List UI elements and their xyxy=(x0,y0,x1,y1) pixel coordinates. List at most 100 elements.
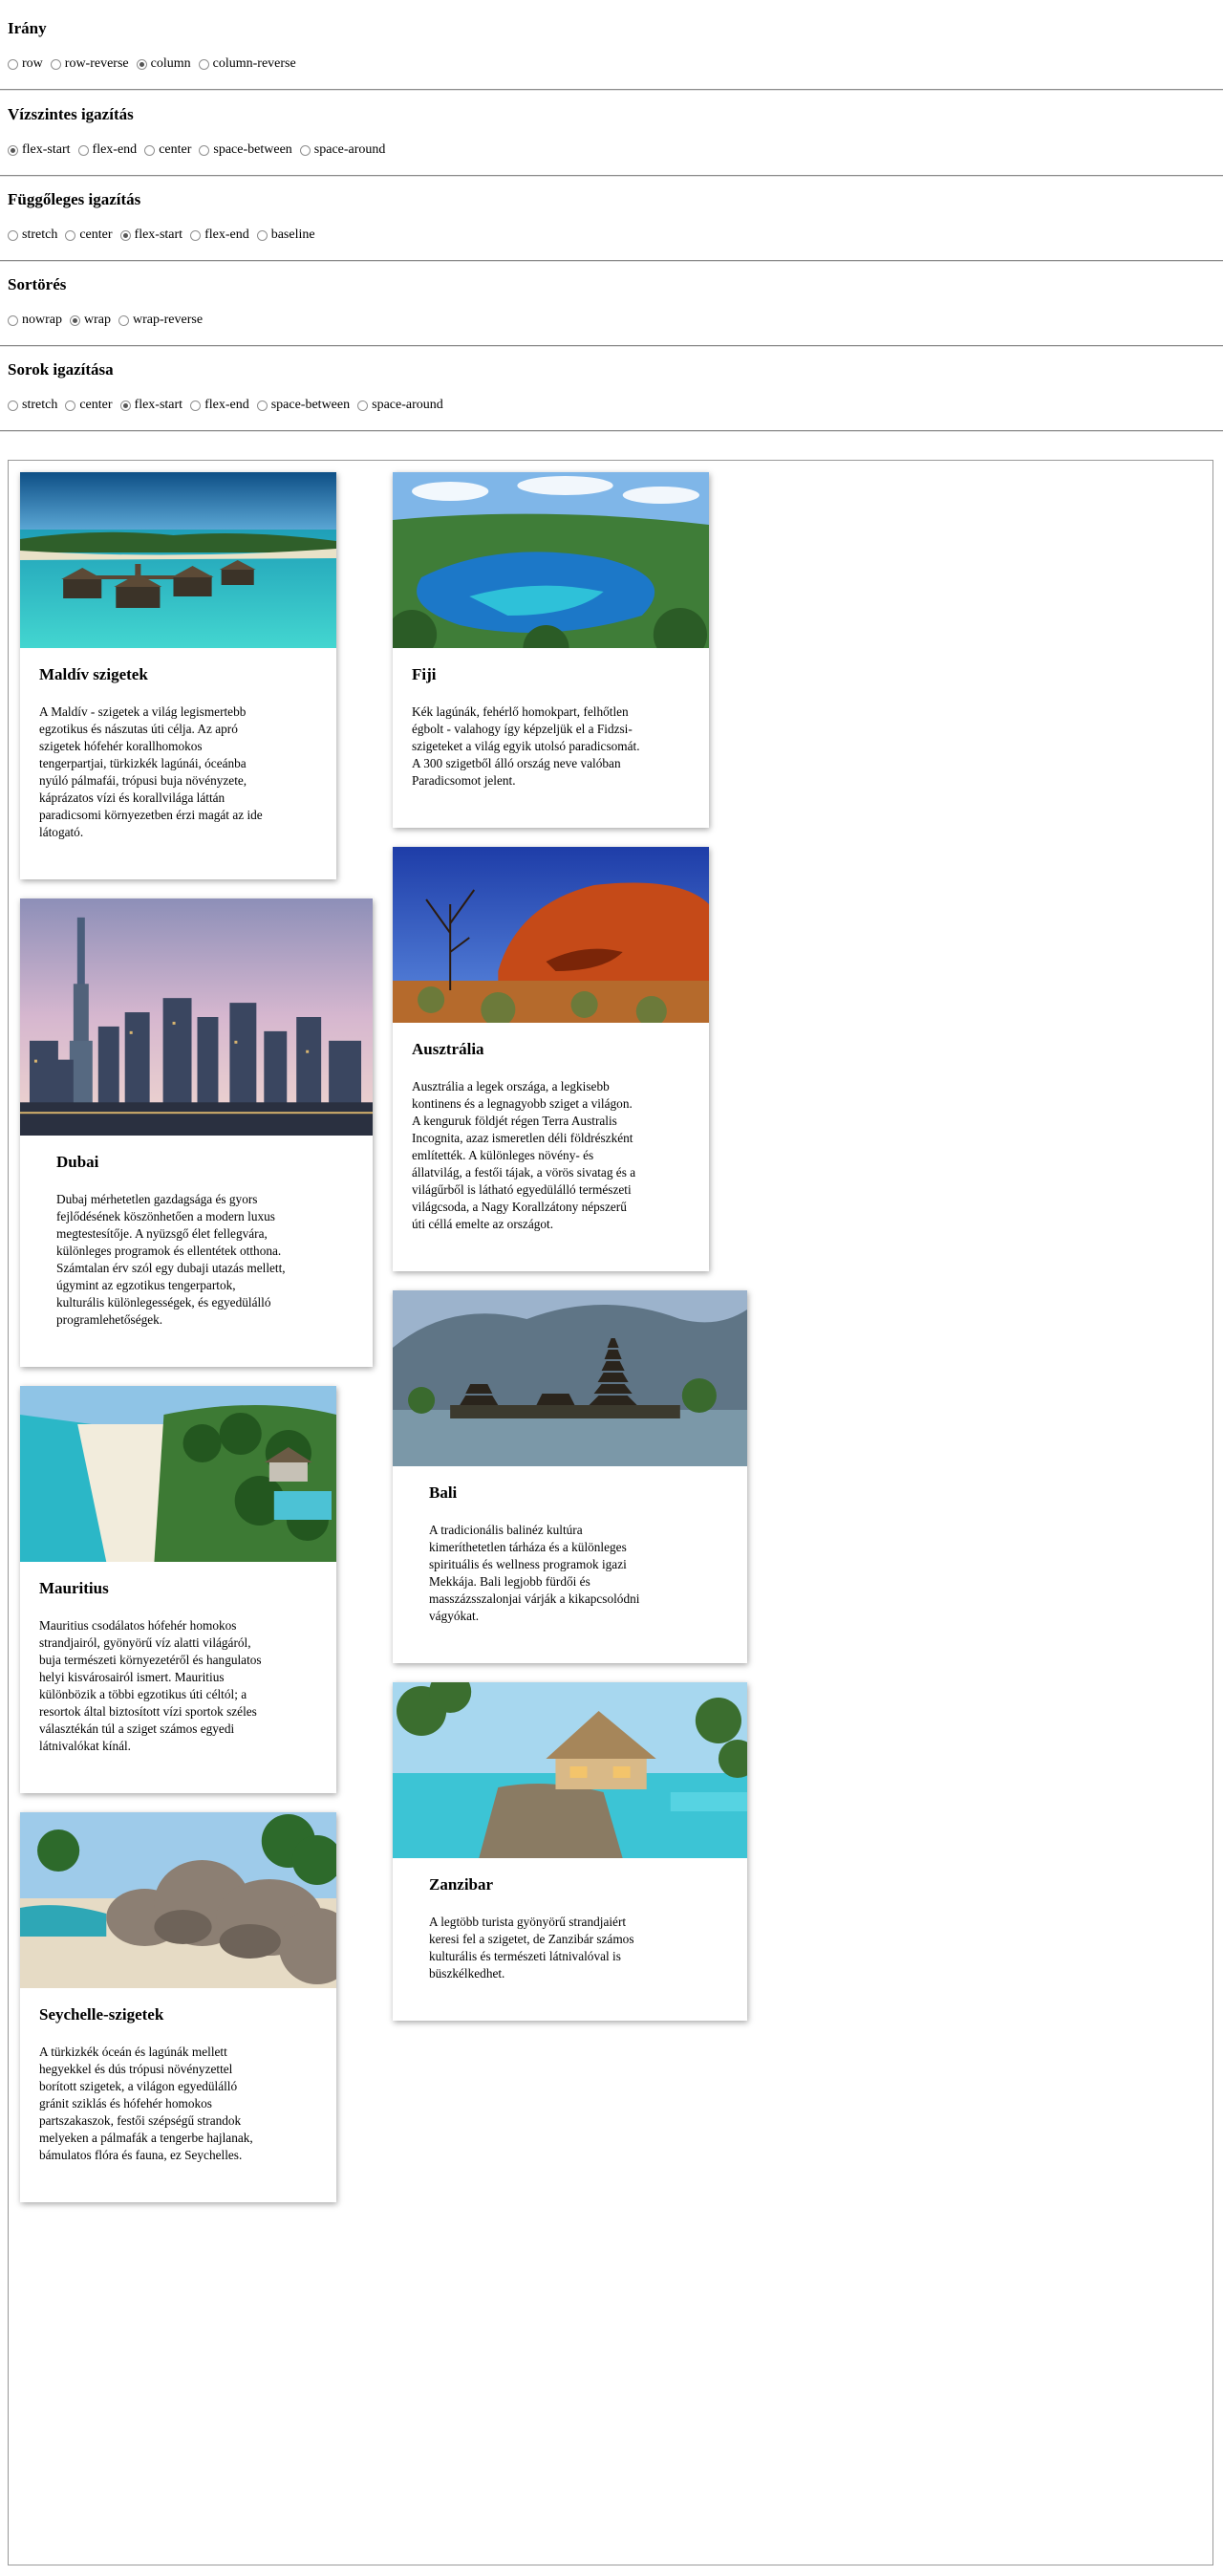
radio-button[interactable] xyxy=(8,58,18,70)
radio-label: space-around xyxy=(313,142,386,157)
radio-option[interactable]: row-reverse xyxy=(50,56,129,72)
radio-button[interactable] xyxy=(190,400,202,411)
card-description-line: egzotikus és nászutas úti célja. Az apró xyxy=(39,722,238,736)
card-description: A Maldív - szigetek a világ legismertebb… xyxy=(39,704,317,841)
radio-button[interactable] xyxy=(70,314,80,326)
card-description-line: szigetek hófehér korallhomokos xyxy=(39,739,203,753)
seychelles-rocks-photo xyxy=(20,1812,336,1988)
card-description-line: Számtalan érv szól egy dubaji utazás mel… xyxy=(56,1261,286,1275)
radio-button[interactable] xyxy=(144,144,156,156)
radio-option[interactable]: column-reverse xyxy=(198,56,296,72)
card-description-line: A legtöbb turista gyönyörű strandjaiért xyxy=(429,1915,627,1929)
radio-option[interactable]: wrap-reverse xyxy=(118,313,203,328)
card-title: Mauritius xyxy=(39,1579,109,1597)
card-description-line: A kenguruk földjét régen Terra Australis xyxy=(412,1114,617,1128)
radio-option[interactable]: flex-end xyxy=(77,142,137,158)
radio-option[interactable]: stretch xyxy=(8,227,57,243)
radio-button[interactable] xyxy=(65,400,76,411)
radio-option[interactable]: baseline xyxy=(256,227,315,243)
australia-uluru-photo xyxy=(393,847,709,1023)
section-title: Sorok igazítása xyxy=(8,360,114,379)
card-description-line: kontinens és a legnagyobb sziget a világ… xyxy=(412,1096,633,1111)
radio-label: stretch xyxy=(22,398,58,412)
card-description-line: masszázsszalonjai várják a kikapcsolódni xyxy=(429,1591,640,1606)
radio-option[interactable]: center xyxy=(65,398,113,413)
radio-button[interactable] xyxy=(8,400,18,411)
radio-label: row xyxy=(22,56,43,71)
radio-button[interactable] xyxy=(8,314,18,326)
card-description-line: A tradicionális balinéz kultúra xyxy=(429,1523,583,1537)
card-description-line: választékán túl a sziget számos egyedi xyxy=(39,1721,235,1736)
card-description-line: nyúló pálmafái, trópusi buja növényzete, xyxy=(39,773,247,788)
card-seychelles: Seychelle-szigetek A türkizkék óceán és l… xyxy=(20,1812,336,2202)
radio-option[interactable]: column xyxy=(136,56,191,72)
radio-option[interactable]: flex-start xyxy=(8,142,71,158)
radio-option[interactable]: row xyxy=(8,56,43,72)
radio-label: flex-start xyxy=(134,227,183,242)
radio-button[interactable] xyxy=(299,144,311,156)
radio-option[interactable]: flex-end xyxy=(190,227,249,243)
radio-button[interactable] xyxy=(77,144,89,156)
radio-option[interactable]: space-between xyxy=(199,142,292,158)
radio-label: flex-start xyxy=(22,142,71,157)
radio-button[interactable] xyxy=(118,314,129,326)
card-description-line: úgymint az egzotikus tengerpartok, xyxy=(56,1278,236,1292)
radio-label: stretch xyxy=(22,227,58,242)
radio-option[interactable]: nowrap xyxy=(8,313,62,328)
zanzibar-hut-photo xyxy=(393,1682,747,1858)
card-description: A türkizkék óceán és lagúnák mellett hegy… xyxy=(39,2044,317,2164)
section-divider xyxy=(0,175,1223,177)
radio-option[interactable]: flex-start xyxy=(119,227,183,243)
radio-button[interactable] xyxy=(65,229,76,241)
radio-button[interactable] xyxy=(119,229,131,241)
radio-option[interactable]: space-around xyxy=(357,398,443,413)
radio-label: center xyxy=(159,142,192,157)
card-description-line: világűrből is látható egyedülálló termés… xyxy=(412,1182,632,1197)
radio-option[interactable]: center xyxy=(144,142,191,158)
radio-label: baseline xyxy=(270,227,315,242)
card-dubai: Dubai Dubaj mérhetetlen gazdagsága és gyo… xyxy=(20,898,373,1367)
card-description-line: tengerpartjai, türkizkék lagúnái, óceánb… xyxy=(39,756,247,770)
card-description-line: partszakaszok, festői szépségű strandok xyxy=(39,2113,242,2128)
section-divider xyxy=(0,345,1223,347)
radio-button[interactable] xyxy=(50,58,61,70)
card-title: Dubai xyxy=(56,1153,99,1171)
card-description-line: Ausztrália a legek országa, a legkisebb xyxy=(412,1079,610,1093)
radio-button[interactable] xyxy=(8,144,18,156)
fiji-lagoon-photo xyxy=(393,472,709,648)
card-description-line: különbözik a többi egzotikus úti céltól;… xyxy=(39,1687,247,1701)
radio-button[interactable] xyxy=(136,58,147,70)
card-description-line: bámulatos flóra és fauna, ez Seychelles. xyxy=(39,2148,243,2162)
section-title: Függőleges igazítás xyxy=(8,190,141,208)
radio-option[interactable]: flex-start xyxy=(119,398,182,413)
radio-group: nowrap wrap wrap-reverse xyxy=(8,312,210,329)
card-description-line: buja természeti környezetéről és hangula… xyxy=(39,1653,262,1667)
card-title: Fiji xyxy=(412,665,437,683)
card-description-line: strandjairól, gyönyörű víz alatti világá… xyxy=(39,1635,251,1650)
radio-option[interactable]: space-between xyxy=(256,398,350,413)
radio-option[interactable]: wrap xyxy=(70,313,111,328)
card-description: Kék lagúnák, fehérlő homokpart, felhőtle… xyxy=(412,704,690,790)
radio-option[interactable]: stretch xyxy=(8,398,57,413)
radio-label: column-reverse xyxy=(212,56,296,71)
card-description-line: úti céllá emelte az országot. xyxy=(412,1217,554,1231)
radio-option[interactable]: center xyxy=(65,227,113,243)
card-description-line: kulturális és természeti látnivalóval is xyxy=(429,1949,621,1963)
card-description-line: borított szigetek, a világon egyedülálló xyxy=(39,2079,238,2093)
radio-option[interactable]: space-around xyxy=(299,142,386,158)
radio-button[interactable] xyxy=(256,229,268,241)
radio-button[interactable] xyxy=(198,58,209,70)
section-title: Irány xyxy=(8,19,47,37)
control-section: Függőleges igazítás stretch center flex-sta… xyxy=(0,190,1223,267)
radio-label: center xyxy=(79,398,113,412)
radio-button[interactable] xyxy=(357,400,369,411)
radio-group: row row-reverse column column-reverse xyxy=(8,55,304,73)
radio-button[interactable] xyxy=(190,229,202,241)
radio-button[interactable] xyxy=(119,400,131,411)
section-divider xyxy=(0,430,1223,432)
radio-option[interactable]: flex-end xyxy=(190,398,249,413)
card-title: Zanzibar xyxy=(429,1875,494,1894)
radio-button[interactable] xyxy=(256,400,268,411)
radio-button[interactable] xyxy=(8,229,18,241)
radio-button[interactable] xyxy=(199,144,210,156)
